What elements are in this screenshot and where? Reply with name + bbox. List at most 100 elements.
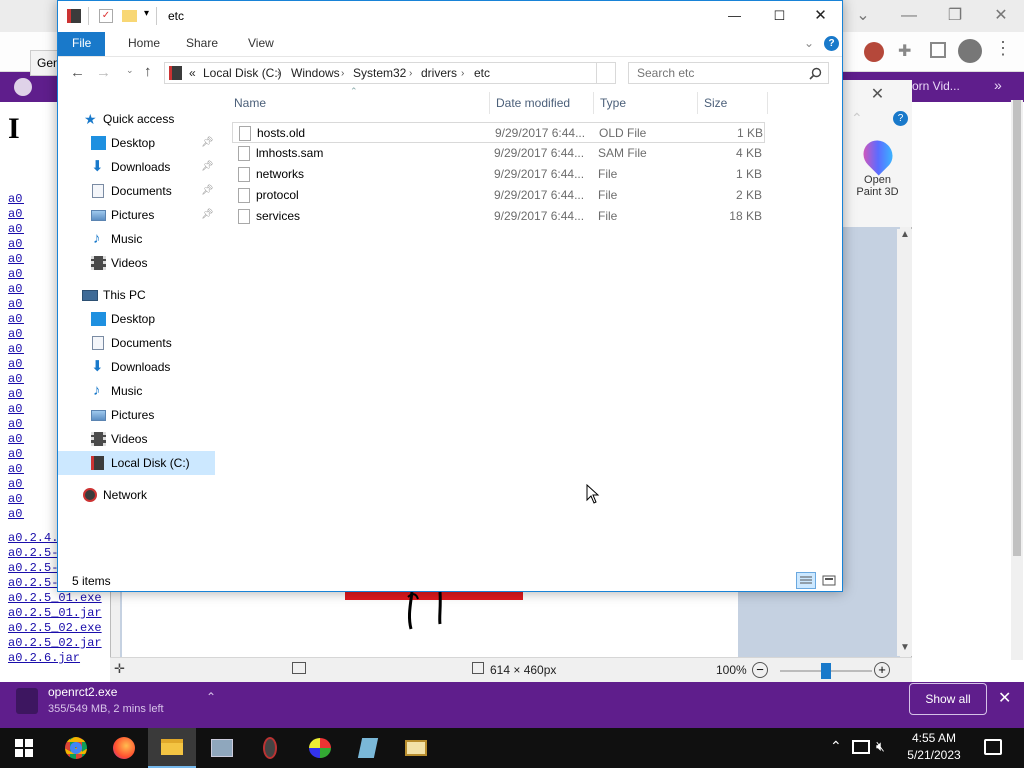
page-link-fragment[interactable]: a0.2.6.jar	[8, 207, 24, 222]
file-row[interactable]: lmhosts.sam 9/29/2017 6:44... SAM File 4…	[232, 143, 765, 164]
kebab-menu-icon[interactable]: ⋮	[994, 38, 1012, 59]
column-header-name[interactable]: Name	[228, 92, 490, 114]
nav-quick-access[interactable]: ★ Quick access	[58, 107, 215, 131]
back-arrow-icon[interactable]: ←	[70, 64, 85, 81]
page-link-fragment[interactable]: a0.2.6.jar	[8, 252, 24, 267]
nav-pc-music[interactable]: ♪ Music	[58, 379, 215, 403]
page-link-fragment[interactable]: a0.2.6.jar	[8, 312, 24, 327]
nav-this-pc[interactable]: This PC	[58, 283, 215, 307]
puzzle-icon[interactable]: ✚	[898, 41, 911, 61]
pin-icon[interactable]: 📌︎	[201, 179, 214, 203]
up-arrow-icon[interactable]: ↑	[144, 63, 152, 80]
volume-muted-icon[interactable]: 🔇︎	[876, 738, 885, 755]
page-link-fragment[interactable]: a0.2.6.jar	[8, 507, 24, 522]
start-button[interactable]	[0, 728, 48, 768]
page-link-fragment[interactable]: a0.2.6.jar	[8, 462, 24, 477]
page-link-fragment[interactable]: a0.2.6.jar	[8, 387, 24, 402]
nav-qa-music[interactable]: ♪ Music	[58, 227, 215, 251]
network-tray-icon[interactable]	[852, 740, 870, 754]
file-row[interactable]: hosts.old 9/29/2017 6:44... OLD File 1 K…	[232, 122, 765, 143]
maximize-button[interactable]: ☐	[757, 1, 802, 31]
page-link-fragment[interactable]: a0.2.6.jar	[8, 492, 24, 507]
breadcrumb-overflow[interactable]: «	[189, 66, 196, 80]
address-bar[interactable]: « Local Disk (C:) › Windows › System32 ›…	[164, 62, 616, 84]
bookmark-item[interactable]: orn Vid...	[912, 79, 960, 93]
nav-qa-pictures[interactable]: Pictures 📌︎	[58, 203, 215, 227]
browser-restore-button[interactable]: ❐	[932, 0, 978, 32]
breadcrumb-windows[interactable]: Windows	[291, 66, 340, 80]
taskbar-file-explorer[interactable]	[148, 728, 196, 768]
page-link-fragment[interactable]: a0.2.6.jar	[8, 327, 24, 342]
zoom-slider[interactable]	[780, 663, 872, 679]
nav-local-disk[interactable]: Local Disk (C:)	[58, 451, 215, 475]
page-link-fragment[interactable]: a0.2.6.jar	[8, 357, 24, 372]
search-input[interactable]	[629, 63, 799, 83]
profile-avatar[interactable]	[958, 39, 982, 63]
page-link[interactable]: a0.2.5_02.jar	[8, 636, 102, 651]
nav-qa-videos[interactable]: Videos	[58, 251, 215, 275]
breadcrumb-drivers[interactable]: drivers	[421, 66, 457, 80]
nav-qa-documents[interactable]: Documents 📌︎	[58, 179, 215, 203]
chevron-up-icon[interactable]: ⌃	[851, 110, 863, 127]
sidepanel-icon[interactable]	[930, 42, 946, 58]
page-link-fragment[interactable]: a0.2.6.jar	[8, 477, 24, 492]
expand-ribbon-icon[interactable]: ⌄	[804, 36, 814, 50]
zoom-in-button[interactable]: +	[874, 662, 890, 678]
browser-close-button[interactable]: ✕	[978, 0, 1024, 32]
show-all-button[interactable]: Show all	[909, 683, 987, 715]
pin-icon[interactable]: 📌︎	[201, 155, 214, 179]
nav-pc-downloads[interactable]: ⬇ Downloads	[58, 355, 215, 379]
page-link[interactable]: a0.2.5-	[8, 576, 58, 591]
browser-scroll-thumb[interactable]	[1013, 100, 1021, 556]
taskbar-firefox[interactable]	[100, 728, 148, 768]
help-icon[interactable]: ?	[893, 111, 908, 126]
nav-pc-desktop[interactable]: Desktop	[58, 307, 215, 331]
browser-minimize-button[interactable]: —	[886, 0, 932, 32]
page-link[interactable]: a0.2.5_02.exe	[8, 621, 102, 636]
tray-time[interactable]: 4:55 AM	[898, 731, 970, 745]
scroll-up-arrow[interactable]: ▲	[900, 229, 910, 240]
extension-icon[interactable]	[864, 42, 884, 62]
breadcrumb-etc[interactable]: etc	[474, 66, 490, 80]
page-link[interactable]: a0.2.6.jar	[8, 651, 80, 666]
page-link-fragment[interactable]: a0.2.6.jar	[8, 372, 24, 387]
page-link[interactable]: a0.2.5-	[8, 546, 58, 561]
column-header-date[interactable]: Date modified	[490, 92, 594, 114]
page-link-fragment[interactable]: a0.2.6.jar	[8, 237, 24, 252]
new-folder-icon[interactable]	[122, 10, 137, 22]
close-button[interactable]: ✕	[798, 1, 843, 31]
pin-icon[interactable]: 📌︎	[201, 131, 214, 155]
nav-pc-documents[interactable]: Documents	[58, 331, 215, 355]
quick-access-toolbar-dropdown-icon[interactable]: ▾	[144, 8, 149, 19]
page-link-fragment[interactable]: a0.2.6.jar	[8, 402, 24, 417]
page-link-fragment[interactable]: a0.2.6.jar	[8, 342, 24, 357]
file-row[interactable]: services 9/29/2017 6:44... File 18 KB	[232, 206, 765, 227]
chevron-down-icon[interactable]: ⌄	[840, 0, 886, 32]
search-box[interactable]	[628, 62, 829, 84]
file-row[interactable]: networks 9/29/2017 6:44... File 1 KB	[232, 164, 765, 185]
taskbar-app-7[interactable]	[344, 728, 392, 768]
forward-arrow-icon[interactable]: →	[96, 64, 111, 81]
tray-date[interactable]: 5/21/2023	[898, 748, 970, 762]
recent-locations-icon[interactable]: ⌄	[126, 65, 134, 76]
action-center-icon[interactable]	[984, 739, 1002, 755]
tray-chevron-up-icon[interactable]: ⌃	[830, 738, 842, 755]
zoom-slider-thumb[interactable]	[821, 663, 831, 679]
page-link-fragment[interactable]: a0.2.6.jar	[8, 432, 24, 447]
taskbar-chrome[interactable]	[52, 728, 100, 768]
breadcrumb-separator[interactable]: ›	[341, 68, 344, 79]
breadcrumb-separator[interactable]: ›	[461, 68, 464, 79]
taskbar-app-8[interactable]	[392, 728, 440, 768]
tab-share[interactable]: Share	[172, 32, 232, 56]
page-link[interactable]: a0.2.5_01.exe	[8, 591, 102, 606]
open-paint3d-button[interactable]: Open Paint 3D	[843, 134, 912, 206]
help-icon[interactable]: ?	[824, 36, 839, 51]
nav-pc-videos[interactable]: Videos	[58, 427, 215, 451]
nav-qa-desktop[interactable]: Desktop 📌︎	[58, 131, 215, 155]
paint-vertical-scrollbar[interactable]: ▲ ▼	[897, 229, 912, 656]
refresh-button[interactable]	[596, 62, 616, 84]
tab-home[interactable]: Home	[114, 32, 174, 56]
download-chevron-up-icon[interactable]: ⌃	[206, 690, 216, 704]
nav-pc-pictures[interactable]: Pictures	[58, 403, 215, 427]
bookmark-icon[interactable]	[14, 78, 32, 96]
